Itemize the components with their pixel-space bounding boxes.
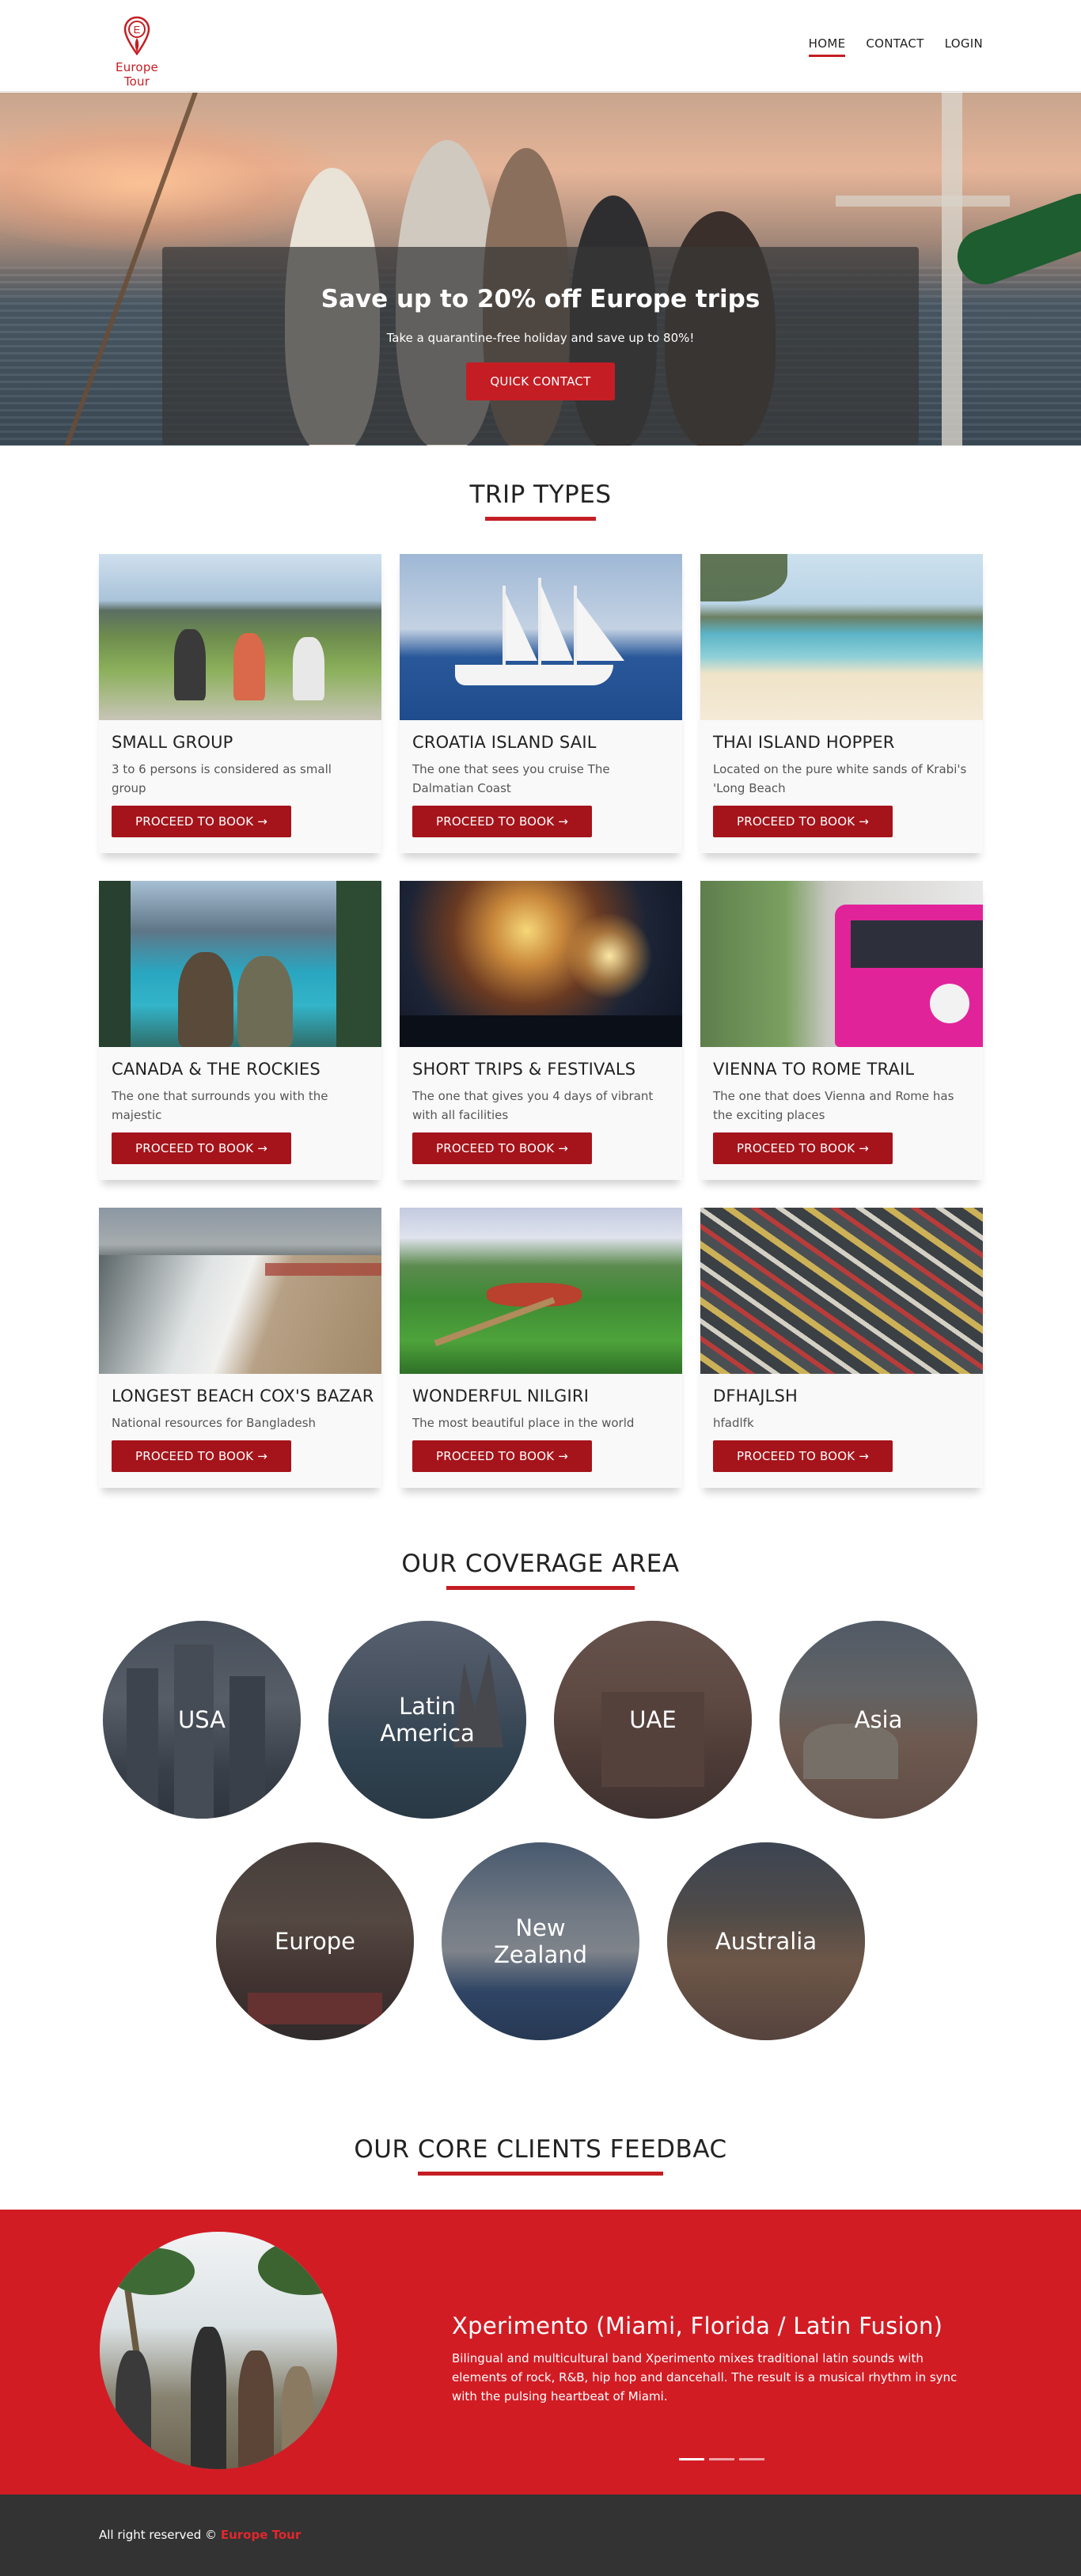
- trip-image: [400, 1208, 682, 1374]
- trip-name: WONDERFUL NILGIRI: [412, 1387, 590, 1406]
- coverage-label: New Zealand: [493, 1914, 588, 1968]
- testimonial-section: Xperimento (Miami, Florida / Latin Fusio…: [0, 2210, 1081, 2494]
- site-logo[interactable]: E Europe Tour: [101, 16, 173, 89]
- proceed-to-book-button[interactable]: PROCEED TO BOOK →: [713, 1132, 893, 1164]
- trip-name: DFHAJLSH: [713, 1387, 798, 1406]
- quick-contact-button[interactable]: QUICK CONTACT: [466, 362, 615, 400]
- trip-description: The most beautiful place in the world: [412, 1416, 635, 1430]
- coverage-label: USA: [177, 1706, 226, 1733]
- hero-banner: Save up to 20% off Europe trips Take a q…: [0, 93, 1081, 446]
- trip-image: [99, 1208, 381, 1374]
- proceed-to-book-button[interactable]: PROCEED TO BOOK →: [112, 806, 291, 837]
- trip-description: The one that gives you 4 days of vibrant…: [412, 1089, 654, 1122]
- map-pin-icon: E: [123, 16, 150, 56]
- trip-image: [700, 554, 983, 720]
- coverage-circle-asia[interactable]: Asia: [779, 1621, 977, 1819]
- site-header: E Europe Tour HOME CONTACT LOGIN: [0, 0, 1081, 92]
- coverage-label: UAE: [629, 1706, 677, 1733]
- trip-description: hfadlfk: [713, 1416, 754, 1430]
- logo-text: Europe Tour: [116, 60, 158, 89]
- site-footer: All right reserved © Europe Tour: [0, 2494, 1081, 2576]
- coverage-label: Asia: [854, 1706, 903, 1733]
- footer-copyright: All right reserved © Europe Tour: [99, 2528, 302, 2542]
- coverage-circle-latin-america[interactable]: Latin America: [328, 1621, 526, 1819]
- trip-name: VIENNA TO ROME TRAIL: [713, 1060, 915, 1079]
- client-feedback-text: Bilingual and multicultural band Xperime…: [452, 2351, 958, 2403]
- trip-card: LONGEST BEACH COX'S BAZAR National resou…: [99, 1208, 381, 1488]
- title-underline: [418, 2172, 663, 2176]
- main-nav: HOME CONTACT LOGIN: [808, 36, 983, 57]
- hero-railing-bar: [836, 195, 1010, 207]
- proceed-to-book-button[interactable]: PROCEED TO BOOK →: [713, 806, 893, 837]
- title-underline: [446, 1586, 635, 1590]
- coverage-label: Europe: [275, 1928, 355, 1955]
- coverage-title: OUR COVERAGE AREA: [0, 1550, 1081, 1590]
- trip-card: VIENNA TO ROME TRAIL The one that does V…: [700, 881, 983, 1180]
- proceed-to-book-button[interactable]: PROCEED TO BOOK →: [412, 1132, 592, 1164]
- carousel-dot[interactable]: [679, 2458, 704, 2460]
- trip-image: [700, 881, 983, 1047]
- coverage-circle-usa[interactable]: USA: [103, 1621, 301, 1819]
- hero-promo-box: Save up to 20% off Europe trips Take a q…: [162, 247, 919, 445]
- proceed-to-book-button[interactable]: PROCEED TO BOOK →: [112, 1440, 291, 1472]
- coverage-label: Latin America: [380, 1693, 475, 1747]
- trip-card: WONDERFUL NILGIRI The most beautiful pla…: [400, 1208, 682, 1488]
- proceed-to-book-button[interactable]: PROCEED TO BOOK →: [112, 1132, 291, 1164]
- proceed-to-book-button[interactable]: PROCEED TO BOOK →: [713, 1440, 893, 1472]
- coverage-circle-australia[interactable]: Australia: [667, 1842, 865, 2040]
- feedback-title: OUR CORE CLIENTS FEEDBAC: [0, 2135, 1081, 2176]
- carousel-dot[interactable]: [739, 2458, 764, 2460]
- trip-types-title: TRIP TYPES: [0, 480, 1081, 521]
- trip-description: The one that does Vienna and Rome has th…: [713, 1089, 954, 1122]
- proceed-to-book-button[interactable]: PROCEED TO BOOK →: [412, 1440, 592, 1472]
- nav-login[interactable]: LOGIN: [945, 36, 983, 57]
- trip-description: National resources for Bangladesh: [112, 1416, 317, 1430]
- trip-card: DFHAJLSH hfadlfk PROCEED TO BOOK →: [700, 1208, 983, 1488]
- trip-name: SMALL GROUP: [112, 733, 233, 752]
- proceed-to-book-button[interactable]: PROCEED TO BOOK →: [412, 806, 592, 837]
- svg-text:E: E: [134, 24, 141, 36]
- coverage-circle-europe[interactable]: Europe: [216, 1842, 414, 2040]
- trip-image: [99, 881, 381, 1047]
- trip-image: [400, 554, 682, 720]
- trip-name: CANADA & THE ROCKIES: [112, 1060, 321, 1079]
- trip-name: THAI ISLAND HOPPER: [713, 733, 895, 752]
- nav-home[interactable]: HOME: [808, 36, 846, 57]
- trip-description: The one that sees you cruise The Dalmati…: [412, 762, 610, 795]
- hero-subtitle: Take a quarantine-free holiday and save …: [386, 331, 695, 345]
- title-underline: [485, 517, 596, 521]
- trip-name: LONGEST BEACH COX'S BAZAR: [112, 1387, 374, 1406]
- trip-card: CANADA & THE ROCKIES The one that surrou…: [99, 881, 381, 1180]
- trip-card: THAI ISLAND HOPPER Located on the pure w…: [700, 554, 983, 853]
- coverage-label: Australia: [715, 1928, 817, 1955]
- trip-card: CROATIA ISLAND SAIL The one that sees yo…: [400, 554, 682, 853]
- coverage-circle-uae[interactable]: UAE: [554, 1621, 752, 1819]
- carousel-indicators: [679, 2458, 764, 2460]
- carousel-dot[interactable]: [709, 2458, 734, 2460]
- trip-card: SMALL GROUP 3 to 6 persons is considered…: [99, 554, 381, 853]
- trip-description: 3 to 6 persons is considered as small gr…: [112, 762, 332, 795]
- trip-name: CROATIA ISLAND SAIL: [412, 733, 597, 752]
- client-photo: [100, 2232, 337, 2469]
- hero-railing: [942, 93, 962, 446]
- trip-image: [400, 881, 682, 1047]
- trip-description: Located on the pure white sands of Krabi…: [713, 762, 967, 795]
- hero-title: Save up to 20% off Europe trips: [321, 285, 760, 313]
- nav-contact[interactable]: CONTACT: [866, 36, 924, 57]
- trip-image: [700, 1208, 983, 1374]
- trip-name: SHORT TRIPS & FESTIVALS: [412, 1060, 636, 1079]
- footer-brand-link[interactable]: Europe Tour: [221, 2528, 301, 2542]
- coverage-circle-new-zealand[interactable]: New Zealand: [442, 1842, 639, 2040]
- client-name: Xperimento (Miami, Florida / Latin Fusio…: [452, 2312, 943, 2339]
- trip-card: SHORT TRIPS & FESTIVALS The one that giv…: [400, 881, 682, 1180]
- trip-description: The one that surrounds you with the maje…: [112, 1089, 328, 1122]
- trip-image: [99, 554, 381, 720]
